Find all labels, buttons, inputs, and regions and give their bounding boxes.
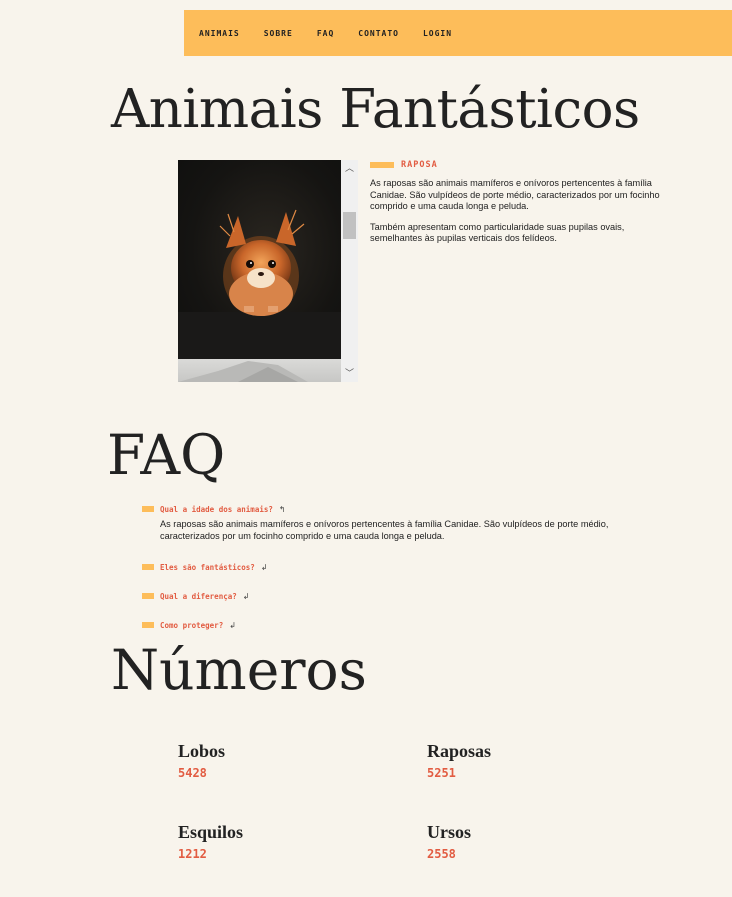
stat-name: Esquilos <box>178 822 244 842</box>
faq-item: Qual a diferença? ↲ <box>142 590 249 602</box>
animal-tag-label: RAPOSA <box>401 160 438 170</box>
stat-value: 5251 <box>427 766 456 780</box>
faq-question[interactable]: Qual a diferença? ↲ <box>142 590 249 602</box>
faq-question-text[interactable]: Eles são fantásticos? <box>160 563 255 572</box>
faq-item: Qual a idade dos animais? ↰ As raposas s… <box>142 503 650 542</box>
nav-link-contato[interactable]: CONTATO <box>358 29 399 38</box>
stat-raposas: Raposas 5251 <box>427 741 491 780</box>
faq-question-text[interactable]: Qual a idade dos animais? <box>160 505 273 514</box>
expand-arrow-icon[interactable]: ↲ <box>243 592 250 601</box>
tag-bar <box>370 162 394 168</box>
faq-bar <box>142 593 154 599</box>
expand-arrow-icon[interactable]: ↲ <box>229 621 236 630</box>
collapse-arrow-icon[interactable]: ↰ <box>279 505 286 514</box>
stat-ursos: Ursos 2558 <box>427 822 471 861</box>
faq-bar <box>142 622 154 628</box>
faq-question[interactable]: Como proteger? ↲ <box>142 619 236 631</box>
scrollbar-thumb[interactable] <box>343 212 356 239</box>
faq-question[interactable]: Qual a idade dos animais? ↰ <box>142 503 650 515</box>
stat-value: 5428 <box>178 766 207 780</box>
faq-question-text[interactable]: Como proteger? <box>160 621 223 630</box>
stat-lobos: Lobos 5428 <box>178 741 225 780</box>
faq-question[interactable]: Eles são fantásticos? ↲ <box>142 561 268 573</box>
faq-answer: As raposas são animais mamíferos e onívo… <box>160 519 609 541</box>
faq-item: Eles são fantásticos? ↲ <box>142 561 268 573</box>
nav-link-faq[interactable]: FAQ <box>317 29 334 38</box>
mountain-image[interactable] <box>178 359 341 382</box>
faq-bar <box>142 564 154 570</box>
stat-value: 1212 <box>178 847 207 861</box>
scroll-up-icon[interactable]: ︿ <box>345 163 354 173</box>
stat-name: Lobos <box>178 741 226 761</box>
squirrel-illustration <box>219 209 305 316</box>
gallery-scrollbar[interactable]: ︿ ﹀ <box>341 160 358 382</box>
animal-tag: RAPOSA <box>370 160 660 170</box>
main-nav: ANIMAIS SOBRE FAQ CONTATO LOGIN <box>184 10 732 56</box>
nav-link-login[interactable]: LOGIN <box>423 29 452 38</box>
animal-description: RAPOSA As raposas são animais mamíferos … <box>370 160 660 245</box>
faq-bar <box>142 506 154 512</box>
squirrel-image[interactable] <box>178 160 341 359</box>
faq-title: FAQ <box>107 423 226 487</box>
expand-arrow-icon[interactable]: ↲ <box>261 563 268 572</box>
stat-esquilos: Esquilos 1212 <box>178 822 243 861</box>
scroll-down-icon[interactable]: ﹀ <box>345 368 354 378</box>
stat-value: 2558 <box>427 847 456 861</box>
animal-paragraph: Também apresentam como particularidade s… <box>370 221 625 244</box>
animal-image-gallery[interactable]: ︿ ﹀ <box>178 160 358 382</box>
faq-question-text[interactable]: Qual a diferença? <box>160 592 237 601</box>
page-title: Animais Fantásticos <box>111 79 640 140</box>
numbers-title: Números <box>111 638 367 702</box>
stat-name: Ursos <box>427 822 471 842</box>
faq-item: Como proteger? ↲ <box>142 619 236 631</box>
stat-name: Raposas <box>427 741 492 761</box>
nav-link-animais[interactable]: ANIMAIS <box>199 29 240 38</box>
animal-paragraph: As raposas são animais mamíferos e onívo… <box>370 178 660 211</box>
nav-link-sobre[interactable]: SOBRE <box>264 29 293 38</box>
